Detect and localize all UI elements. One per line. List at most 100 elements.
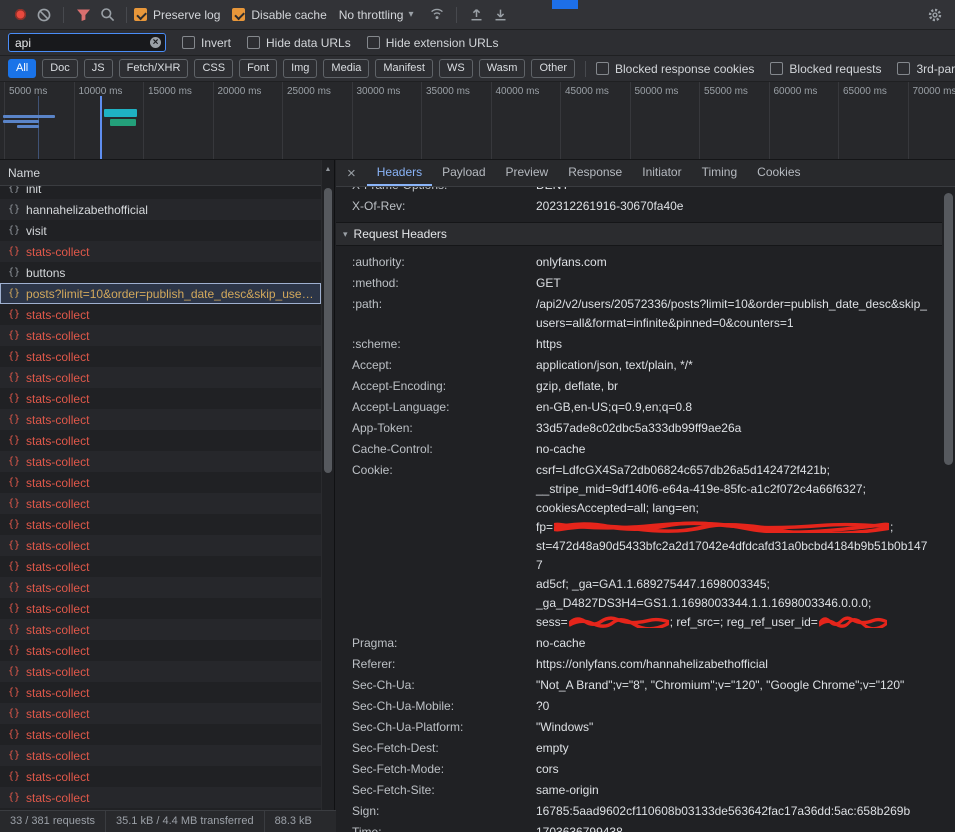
type-filter-pill[interactable]: Doc — [42, 59, 78, 78]
header-name: Sec-Ch-Ua-Mobile: — [336, 697, 536, 716]
type-filter-pill[interactable]: WS — [439, 59, 473, 78]
preserve-log-checkbox[interactable] — [134, 8, 147, 21]
blocked-requests-label[interactable]: Blocked requests — [789, 62, 881, 76]
request-row[interactable]: {} stats-collect — [0, 619, 321, 640]
timeline-tick-label: 40000 ms — [491, 82, 561, 159]
request-row[interactable]: {} stats-collect — [0, 367, 321, 388]
script-icon: {} — [8, 288, 20, 299]
hide-extension-urls-label[interactable]: Hide extension URLs — [386, 36, 499, 50]
settings-button[interactable] — [923, 3, 947, 27]
blocked-response-cookies-checkbox[interactable] — [596, 62, 609, 75]
blocked-requests-checkbox[interactable] — [770, 62, 783, 75]
request-row[interactable]: {} stats-collect — [0, 724, 321, 745]
timeline-overview[interactable]: 5000 ms 10000 ms 15000 ms 20000 ms 25000… — [0, 82, 955, 160]
network-conditions-button[interactable] — [425, 3, 449, 27]
request-row[interactable]: {} stats-collect — [0, 304, 321, 325]
request-row[interactable]: {} stats-collect — [0, 472, 321, 493]
type-filter-pill[interactable]: All — [8, 59, 36, 78]
cookie-text: ; ref_src=; reg_ref_user_id= — [670, 615, 818, 629]
details-tab[interactable]: Headers — [367, 160, 432, 186]
header-value: https — [536, 335, 942, 354]
request-row[interactable]: {} stats-collect — [0, 787, 321, 808]
disable-cache-checkbox[interactable] — [232, 8, 245, 21]
request-row[interactable]: {} stats-collect — [0, 682, 321, 703]
request-row[interactable]: {} stats-collect — [0, 409, 321, 430]
search-button[interactable] — [95, 3, 119, 27]
header-value: DENY — [536, 187, 942, 195]
third-party-requests-checkbox[interactable] — [897, 62, 910, 75]
details-tab[interactable]: Timing — [692, 160, 748, 186]
type-filter-pill[interactable]: JS — [84, 59, 113, 78]
request-list: {} init {} hannahelizabethofficial {} vi… — [0, 186, 321, 810]
details-tab[interactable]: Response — [558, 160, 632, 186]
type-filter-pill[interactable]: Font — [239, 59, 277, 78]
details-scrollbar[interactable] — [942, 187, 955, 832]
filter-toggle-button[interactable] — [71, 3, 95, 27]
export-har-button[interactable] — [488, 3, 512, 27]
request-row[interactable]: {} stats-collect — [0, 745, 321, 766]
header-name: Sec-Fetch-Site: — [336, 781, 536, 800]
request-row[interactable]: {} stats-collect — [0, 430, 321, 451]
details-tab[interactable]: Payload — [432, 160, 495, 186]
request-row[interactable]: {} posts?limit=10&order=publish_date_des… — [0, 283, 321, 304]
hide-data-urls-label[interactable]: Hide data URLs — [266, 36, 351, 50]
request-row[interactable]: {} stats-collect — [0, 325, 321, 346]
request-row[interactable]: {} stats-collect — [0, 451, 321, 472]
blocked-response-cookies-label[interactable]: Blocked response cookies — [615, 62, 754, 76]
request-row[interactable]: {} stats-collect — [0, 703, 321, 724]
request-row[interactable]: {} stats-collect — [0, 766, 321, 787]
request-row[interactable]: {} stats-collect — [0, 556, 321, 577]
type-filter-pill[interactable]: Img — [283, 59, 317, 78]
type-filter-pill[interactable]: Wasm — [479, 59, 526, 78]
throttling-select[interactable]: No throttling ▾ — [339, 8, 414, 22]
cookie-line: sess=; ref_src=; reg_ref_user_id= — [536, 613, 932, 632]
disable-cache-label[interactable]: Disable cache — [251, 8, 326, 22]
request-row[interactable]: {} hannahelizabethofficial — [0, 199, 321, 220]
request-row[interactable]: {} stats-collect — [0, 514, 321, 535]
type-filter-pill[interactable]: Fetch/XHR — [119, 59, 189, 78]
details-tab[interactable]: Preview — [496, 160, 559, 186]
request-row[interactable]: {} stats-collect — [0, 241, 321, 262]
header-name: Accept: — [336, 356, 536, 375]
scrollbar-thumb[interactable] — [944, 193, 953, 465]
request-row[interactable]: {} init — [0, 186, 321, 199]
request-name: stats-collect — [26, 749, 317, 763]
import-har-button[interactable] — [464, 3, 488, 27]
request-row[interactable]: {} stats-collect — [0, 577, 321, 598]
request-row[interactable]: {} stats-collect — [0, 493, 321, 514]
hide-extension-urls-checkbox[interactable] — [367, 36, 380, 49]
filter-input[interactable] — [8, 33, 166, 52]
request-headers-section[interactable]: ▾ Request Headers — [336, 222, 942, 246]
invert-label[interactable]: Invert — [201, 36, 231, 50]
script-icon: {} — [8, 729, 20, 740]
type-filter-pill[interactable]: Other — [531, 59, 575, 78]
hide-data-urls-checkbox[interactable] — [247, 36, 260, 49]
name-column-header[interactable]: Name — [0, 160, 334, 186]
request-row[interactable]: {} stats-collect — [0, 640, 321, 661]
scrollbar-thumb[interactable] — [324, 188, 332, 473]
details-tab[interactable]: Initiator — [632, 160, 691, 186]
clear-button[interactable] — [32, 3, 56, 27]
type-filter-pill[interactable]: Manifest — [375, 59, 433, 78]
record-button[interactable] — [8, 3, 32, 27]
details-tab[interactable]: Cookies — [747, 160, 810, 186]
request-row[interactable]: {} stats-collect — [0, 346, 321, 367]
third-party-requests-label[interactable]: 3rd-party requests — [916, 62, 955, 76]
scroll-up-icon[interactable]: ▲ — [322, 160, 334, 173]
invert-checkbox[interactable] — [182, 36, 195, 49]
preserve-log-label[interactable]: Preserve log — [153, 8, 220, 22]
close-icon[interactable]: × — [336, 165, 367, 182]
clear-filter-icon[interactable]: × — [150, 37, 161, 48]
request-name: posts?limit=10&order=publish_date_desc&s… — [26, 287, 317, 301]
request-row[interactable]: {} stats-collect — [0, 535, 321, 556]
request-row[interactable]: {} stats-collect — [0, 598, 321, 619]
type-filter-pill[interactable]: CSS — [194, 59, 233, 78]
request-row[interactable]: {} buttons — [0, 262, 321, 283]
request-row[interactable]: {} stats-collect — [0, 661, 321, 682]
requests-scrollbar[interactable]: ▲ — [321, 160, 334, 810]
request-row[interactable]: {} visit — [0, 220, 321, 241]
devtools-network-panel: Preserve log Disable cache No throttling… — [0, 0, 955, 832]
request-row[interactable]: {} stats-collect — [0, 388, 321, 409]
request-name: stats-collect — [26, 308, 317, 322]
type-filter-pill[interactable]: Media — [323, 59, 369, 78]
